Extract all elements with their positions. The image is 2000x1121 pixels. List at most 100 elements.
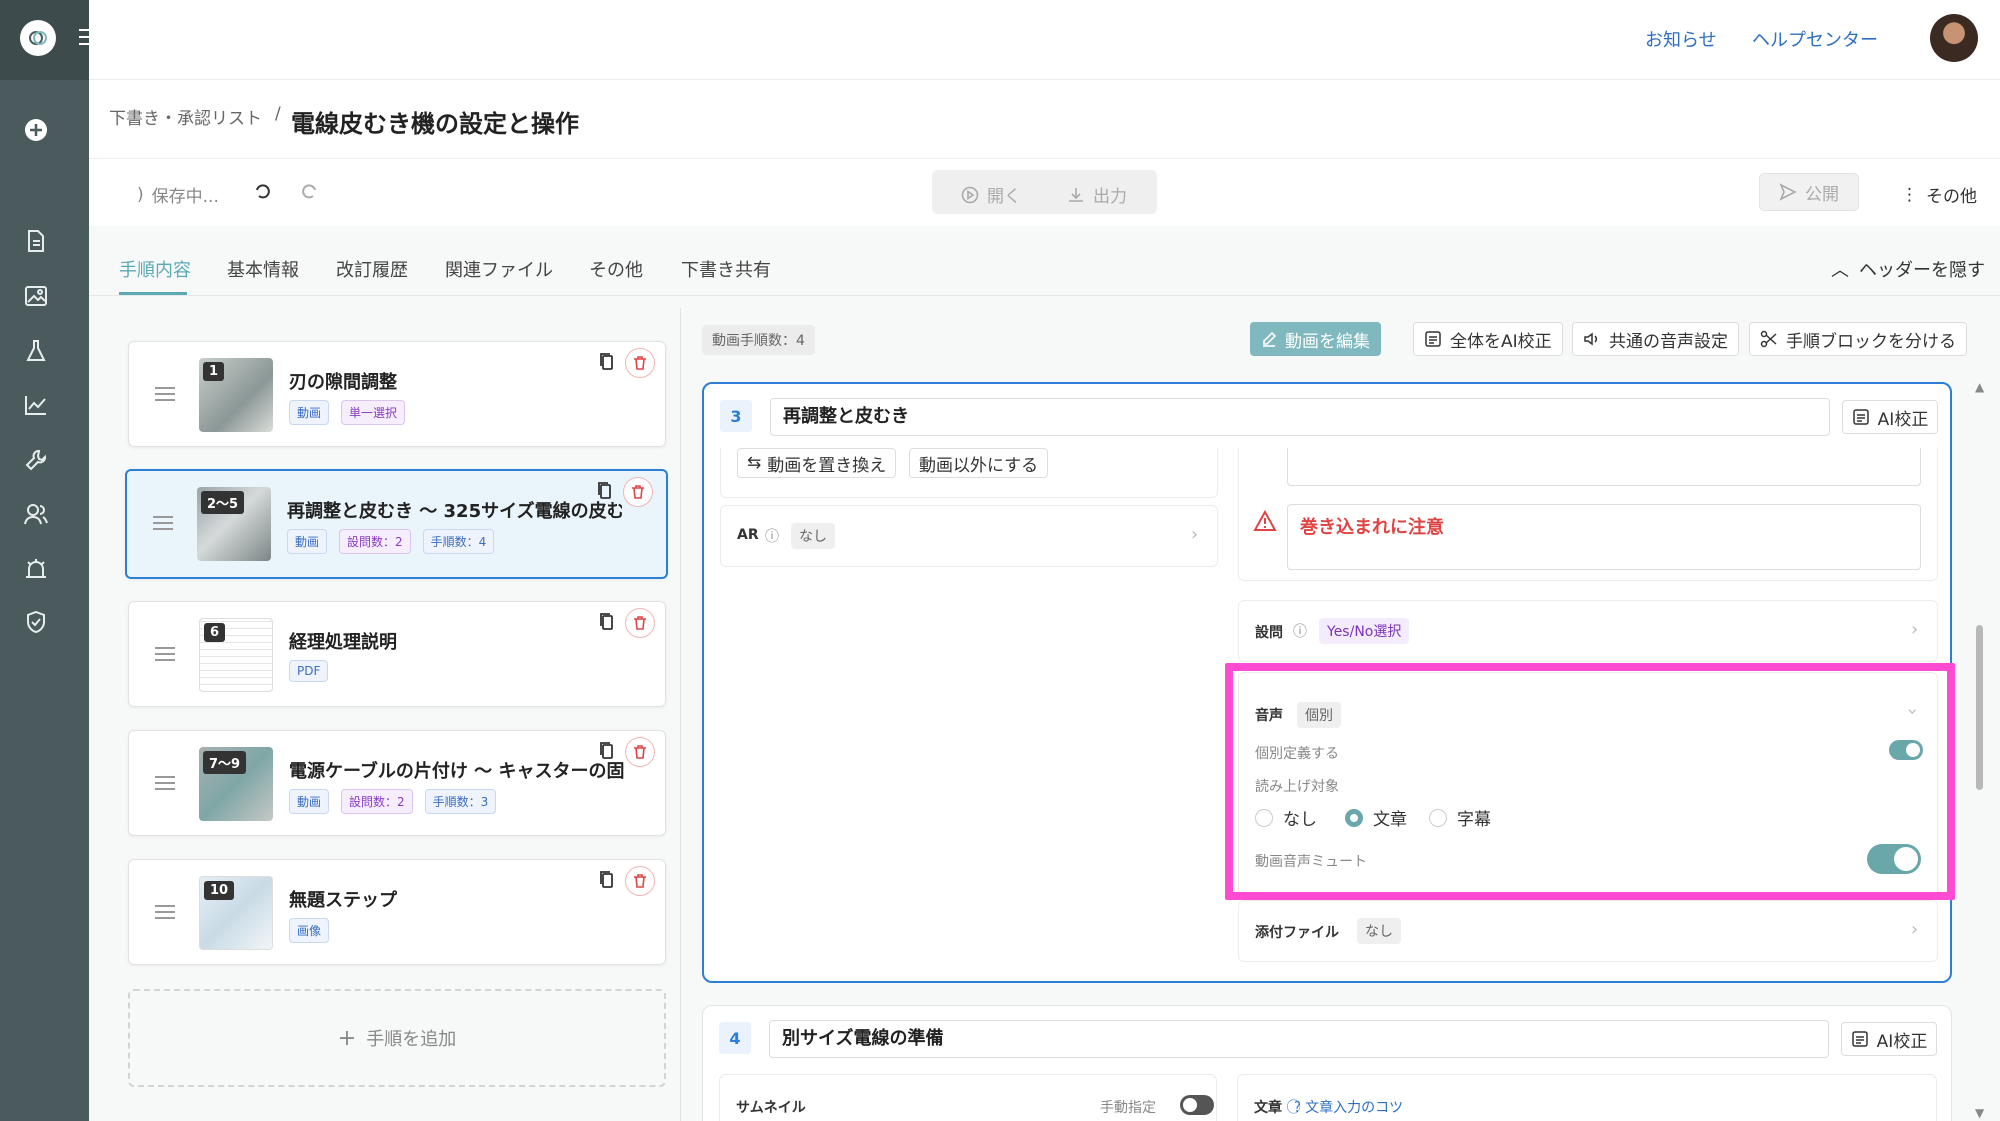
app-logo-icon[interactable] [20,20,56,56]
tab-draft-share[interactable]: 下書き共有 [681,256,771,282]
export-label: 出力 [1093,187,1127,207]
users-icon[interactable] [22,500,50,528]
ai-proofread-button[interactable]: AI校正 [1841,1022,1937,1056]
panel-divider [680,308,681,1121]
warning-input[interactable]: 巻き込まれに注意 [1287,504,1921,570]
step-card[interactable]: 7～9 電源ケーブルの片付け 〜 キャスターの固定 動画 設問数：2 手順数：3 [128,730,666,836]
video-actions-panel: ⇆ 動画を置き換え 動画以外にする [720,448,1218,498]
scroll-down-icon[interactable]: ▼ [1975,1106,1984,1120]
avatar[interactable] [1930,14,1978,62]
edit-video-button[interactable]: 動画を編集 [1250,322,1381,356]
add-step-button[interactable]: + 手順を追加 [128,989,666,1087]
attachment-panel[interactable]: 添付ファイル なし › [1238,900,1938,962]
block-name-input[interactable]: 再調整と皮むき [770,398,1830,436]
step-thumbnail: 7～9 [199,747,273,821]
manual-toggle[interactable] [1180,1095,1214,1115]
tag-video: 動画 [289,400,330,425]
split-block-button[interactable]: 手順ブロックを分ける [1749,322,1967,356]
step-title: 経理処理説明 [289,632,397,653]
step-card[interactable]: 1 刃の隙間調整 動画 単一選択 [128,341,666,447]
alarm-icon[interactable] [22,555,50,583]
tab-other[interactable]: その他 [589,256,643,282]
chevron-down-icon[interactable]: › [1902,708,1923,715]
add-icon[interactable] [22,116,50,144]
replace-video-button[interactable]: ⇆ 動画を置き換え [737,448,897,478]
tab-related-files[interactable]: 関連ファイル [445,256,553,282]
copy-icon[interactable] [597,612,619,634]
drag-handle-icon[interactable] [155,775,175,791]
other-menu-button[interactable]: ⋮ その他 [1901,182,1977,208]
ar-value: なし [791,523,835,549]
chevron-up-icon: ︿ [1831,260,1849,281]
tag-image: 画像 [289,918,330,943]
drag-handle-icon[interactable] [155,904,175,920]
plus-icon: + [337,1025,357,1051]
copy-icon[interactable] [595,481,617,503]
step-thumbnail: 10 [199,876,273,950]
add-step-label: 手順を追加 [366,1029,457,1050]
tips-label: 文章入力のコツ [1305,1100,1404,1116]
sidebar [0,0,89,1121]
drag-handle-icon[interactable] [155,646,175,662]
mute-toggle[interactable] [1867,844,1921,874]
scroll-up-icon[interactable]: ▲ [1975,380,1984,394]
step-title: 無題ステップ [289,890,397,911]
hide-header-button[interactable]: ︿ ヘッダーを隠す [1831,256,1985,282]
redo-button[interactable] [301,182,319,200]
publish-label: 公開 [1805,184,1839,205]
saving-status: ) 保存中... [137,182,219,208]
kebab-icon: ⋮ [1901,184,1918,205]
step-card-selected[interactable]: 2～5 再調整と皮むき 〜 325サイズ電線の皮むき 動画 設問数：2 手順数：4 [125,469,668,579]
radio-selected-icon [1345,808,1363,827]
undo-icon [256,184,270,199]
undo-button[interactable] [253,182,271,200]
open-button[interactable]: 開く [961,182,1021,207]
step-card[interactable]: 10 無題ステップ 画像 [128,859,666,965]
ai-proofread-all-button[interactable]: 全体をAI校正 [1413,322,1563,356]
non-video-button[interactable]: 動画以外にする [909,448,1049,478]
breadcrumb-parent[interactable]: 下書き・承認リスト [109,104,262,129]
help-center-link[interactable]: ヘルプセンター [1752,26,1878,52]
delete-icon[interactable] [625,737,655,767]
scrollbar-thumb[interactable] [1976,625,1983,790]
copy-icon[interactable] [597,352,619,374]
copy-icon[interactable] [597,870,619,892]
image-icon[interactable] [22,282,50,310]
individual-toggle[interactable] [1889,740,1923,760]
copy-icon[interactable] [597,741,619,763]
other-label: その他 [1926,187,1977,207]
tag-video: 動画 [289,789,330,814]
export-button[interactable]: 出力 [1067,182,1127,207]
delete-icon[interactable] [625,866,655,896]
radio-none[interactable]: なし [1255,805,1317,830]
ar-panel[interactable]: AR ⓘ なし › [720,505,1218,567]
text-tips-link[interactable]: ?⃝ 文章入力のコツ [1294,1097,1403,1117]
ai-proofread-button[interactable]: AI校正 [1842,400,1938,434]
common-audio-button[interactable]: 共通の音声設定 [1572,322,1739,356]
wrench-icon[interactable] [22,446,50,474]
step-card[interactable]: 6 経理処理説明 PDF [128,601,666,707]
document-icon[interactable] [22,227,50,255]
block-name-input[interactable]: 別サイズ電線の準備 [769,1020,1829,1058]
tab-steps[interactable]: 手順内容 [119,256,191,282]
page-title: 電線皮むき機の設定と操作 [291,110,579,138]
chart-icon[interactable] [22,391,50,419]
shield-icon[interactable] [22,608,50,636]
tab-revision-history[interactable]: 改訂履歴 [336,256,408,282]
publish-button[interactable]: 公開 [1759,173,1859,211]
delete-icon[interactable] [625,608,655,638]
question-panel[interactable]: 設問 ⓘ Yes/No選択 › [1238,600,1938,662]
drag-handle-icon[interactable] [155,386,175,402]
warning-text: 巻き込まれに注意 [1300,517,1444,538]
delete-icon[interactable] [625,348,655,378]
radio-subtitle[interactable]: 字幕 [1429,805,1491,830]
delete-icon[interactable] [623,477,653,507]
notice-link[interactable]: お知らせ [1645,26,1717,52]
radio-text[interactable]: 文章 [1345,805,1407,830]
flask-icon[interactable] [22,337,50,365]
tab-basic-info[interactable]: 基本情報 [227,256,299,282]
text-input[interactable] [1287,448,1921,486]
drag-handle-icon[interactable] [153,515,173,531]
step-title: 刃の隙間調整 [289,372,397,393]
text-panel: 巻き込まれに注意 [1238,448,1938,581]
